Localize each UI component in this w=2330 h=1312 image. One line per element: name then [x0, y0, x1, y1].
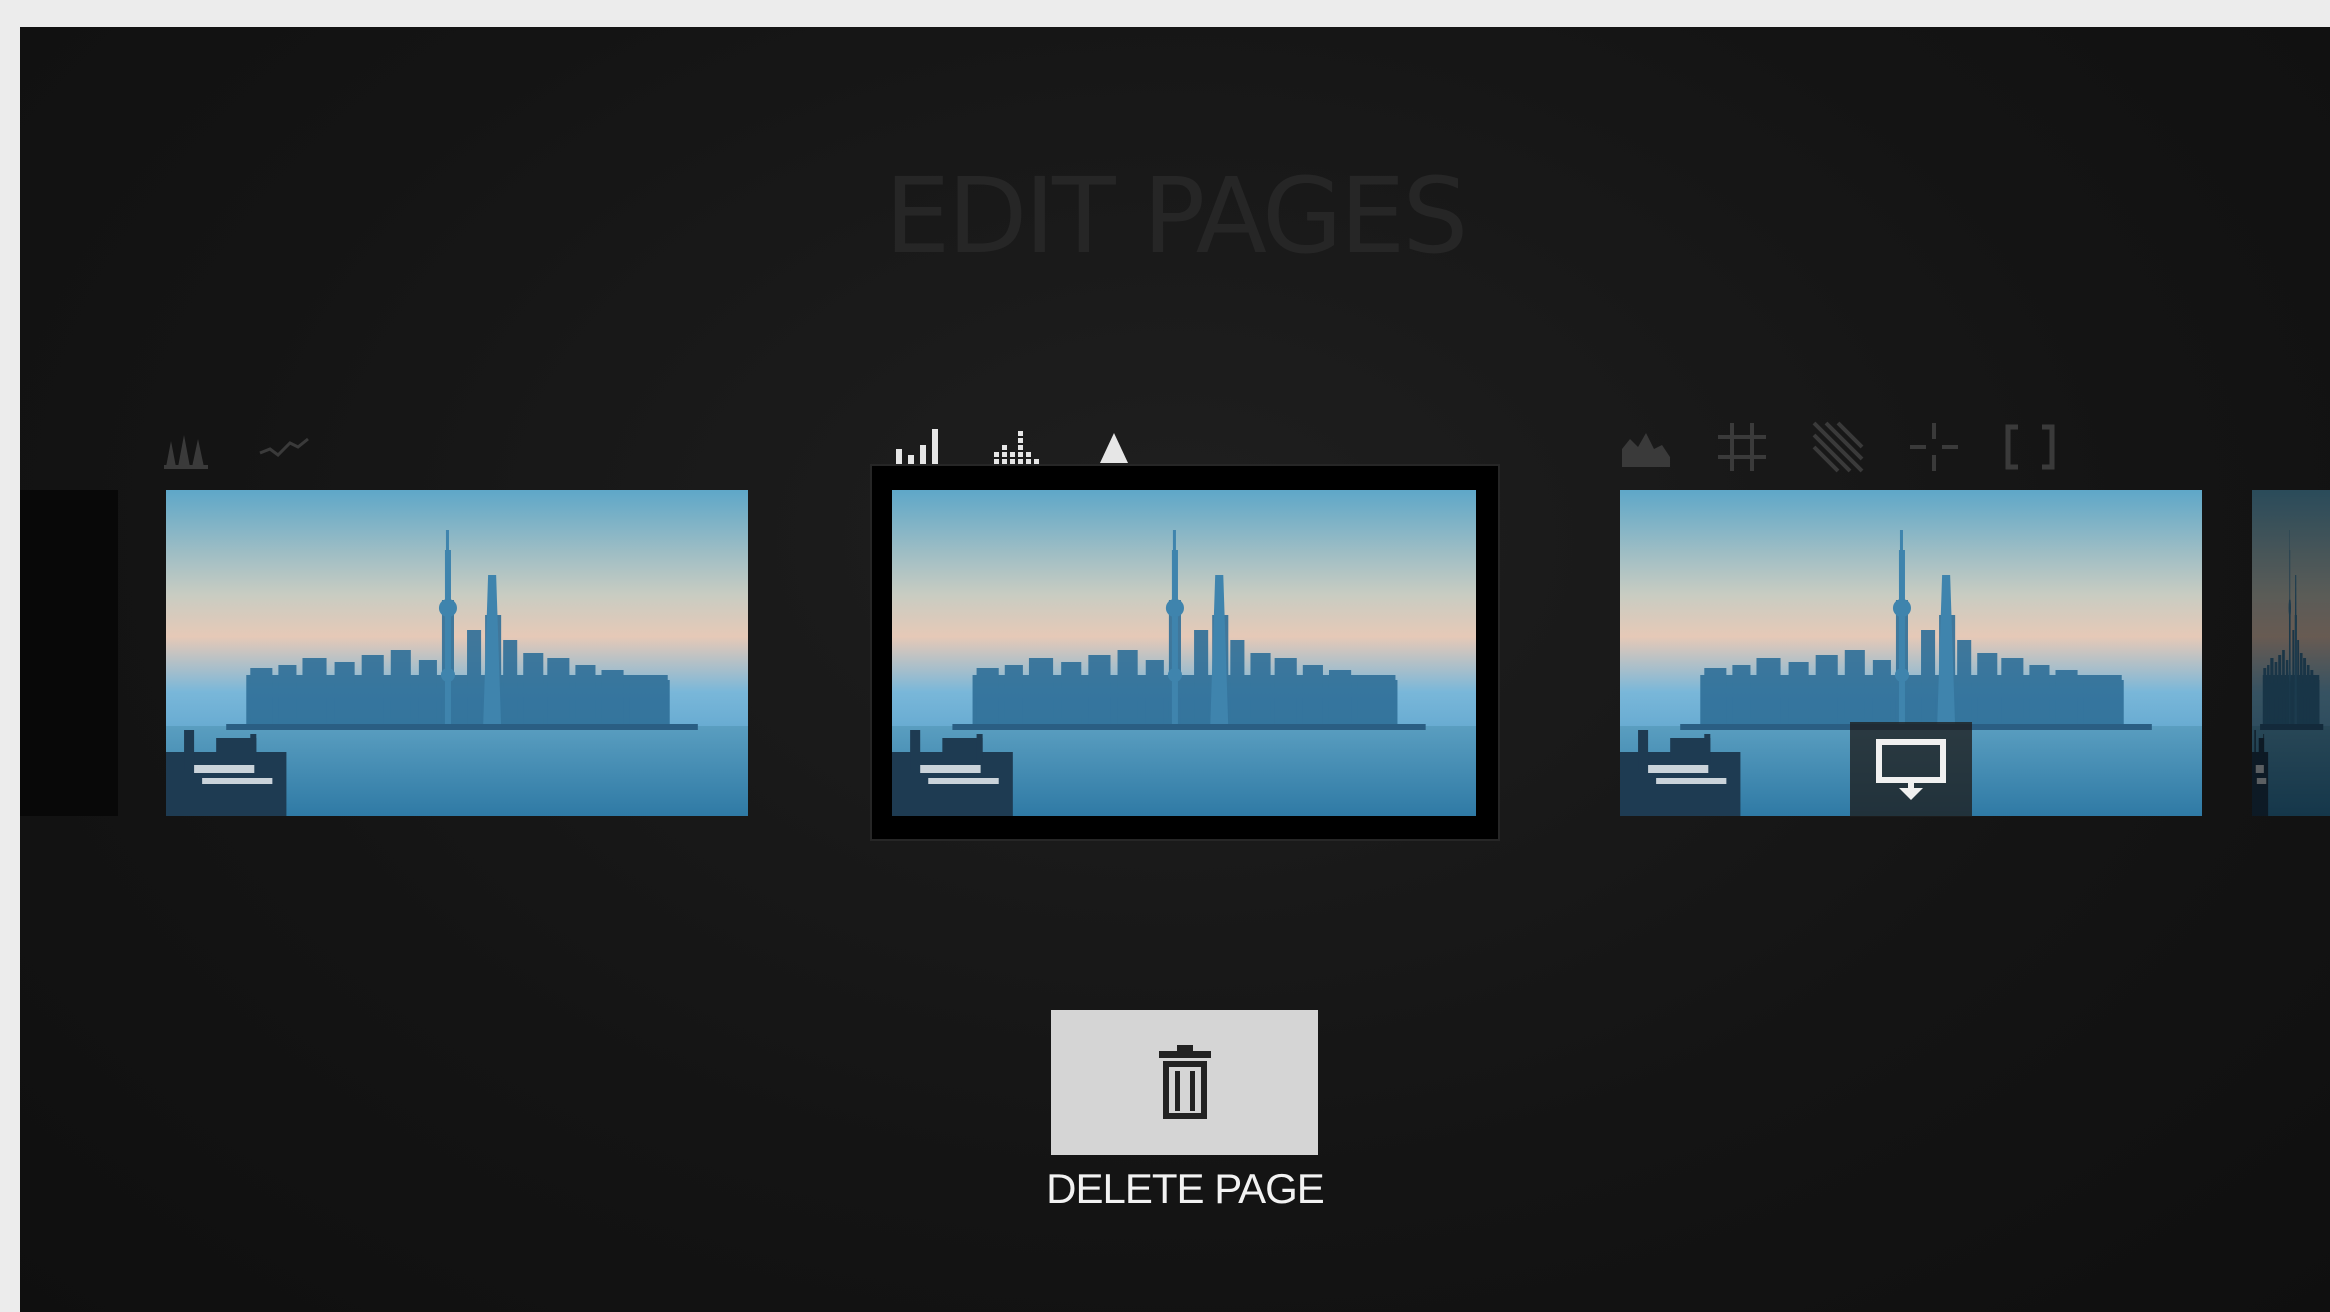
present-button[interactable]	[1850, 722, 1972, 817]
page-thumbnail-previous[interactable]	[20, 490, 118, 816]
delete-page-button[interactable]	[1051, 1010, 1318, 1155]
right-page-icon-row	[1618, 419, 2058, 475]
page-thumbnail-next[interactable]	[2252, 490, 2330, 816]
diagonal-stripes-icon[interactable]	[1810, 419, 1866, 475]
page-thumbnail-left[interactable]	[166, 490, 748, 816]
brackets-icon[interactable]	[2002, 419, 2058, 475]
grid-hash-icon[interactable]	[1714, 419, 1770, 475]
line-wave-icon[interactable]	[256, 419, 312, 475]
delete-page-label: DELETE PAGE	[1046, 1165, 1325, 1212]
edit-pages-screen: EDIT PAGES DELETE PAGE	[20, 27, 2330, 1312]
left-page-icon-row	[160, 419, 312, 475]
crosshair-icon[interactable]	[1906, 419, 1962, 475]
trees-icon[interactable]	[160, 419, 216, 475]
mountain-chart-icon[interactable]	[1618, 419, 1674, 475]
page-thumbnail-selected[interactable]	[892, 490, 1476, 816]
present-monitor-icon	[1876, 738, 1946, 800]
trash-icon	[1158, 1044, 1211, 1119]
page-title: EDIT PAGES	[884, 155, 1469, 277]
